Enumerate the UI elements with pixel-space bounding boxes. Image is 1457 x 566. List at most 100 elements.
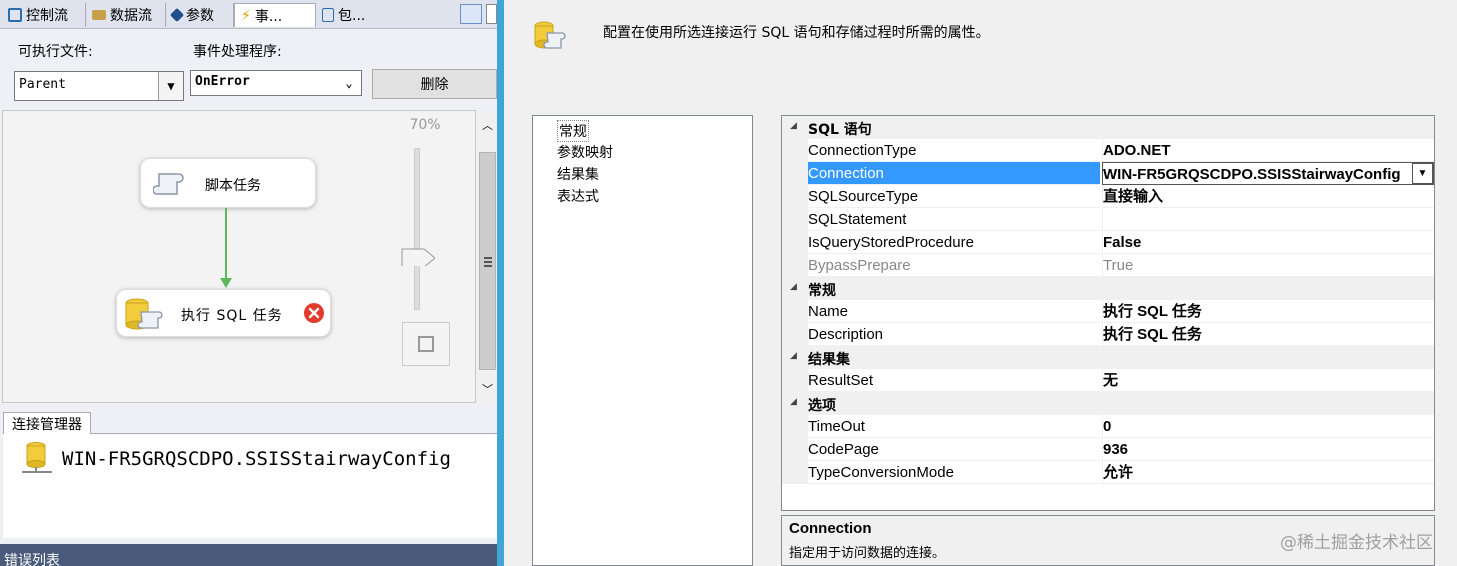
category-name: 常规 (808, 283, 836, 299)
property-value[interactable]: 0 (1102, 415, 1434, 438)
scroll-down-icon[interactable]: ﹀ (479, 380, 496, 398)
property-row-isquerystoredprocedure[interactable]: IsQueryStoredProcedure False (782, 231, 1434, 254)
category-name: 选项 (808, 398, 836, 414)
toolbar-toggle-button[interactable] (460, 4, 482, 24)
connection-value-combo[interactable]: WIN-FR5GRQSCDPO.SSISStairwayConfig ▼ (1102, 162, 1434, 185)
row-gutter (782, 369, 808, 392)
executable-value: Parent (19, 77, 66, 92)
tab-data-flow[interactable]: 数据流 (86, 3, 166, 27)
property-row-description[interactable]: Description 执行 SQL 任务 (782, 323, 1434, 346)
property-row-resultset[interactable]: ResultSet 无 (782, 369, 1434, 392)
executable-combo[interactable]: Parent ▼ (14, 71, 184, 101)
nav-item-result-set[interactable]: 结果集 (557, 164, 599, 184)
row-gutter (782, 139, 808, 162)
property-value[interactable]: 无 (1102, 369, 1434, 392)
row-gutter (782, 162, 808, 185)
property-row-name[interactable]: Name 执行 SQL 任务 (782, 300, 1434, 323)
property-name: SQLSourceType (808, 185, 1100, 208)
task-label: 脚本任务 (205, 178, 261, 194)
property-row-sqlstatement[interactable]: SQLStatement (782, 208, 1434, 231)
property-row-typeconversionmode[interactable]: TypeConversionMode 允许 (782, 461, 1434, 484)
property-name: ConnectionType (808, 139, 1100, 162)
property-row-bypassprepare: BypassPrepare True (782, 254, 1434, 277)
property-name: TimeOut (808, 415, 1100, 438)
database-connection-icon (22, 442, 52, 473)
property-name: Description (808, 323, 1100, 346)
event-handler-combo[interactable]: OnError ⌄ (190, 70, 362, 96)
property-name: ResultSet (808, 369, 1100, 392)
property-row-connectiontype[interactable]: ConnectionType ADO.NET (782, 139, 1434, 162)
category-result-set[interactable]: ◢ 结果集 (782, 346, 1434, 369)
property-row-sqlsourcetype[interactable]: SQLSourceType 直接输入 (782, 185, 1434, 208)
collapse-triangle-icon[interactable]: ◢ (790, 351, 797, 361)
tab-connection-managers[interactable]: 连接管理器 (3, 412, 91, 434)
property-value[interactable] (1102, 208, 1434, 231)
toolbar-overflow-button[interactable] (486, 4, 497, 24)
property-value[interactable]: 执行 SQL 任务 (1102, 323, 1434, 346)
zoom-slider-track[interactable] (414, 148, 420, 310)
tab-parameters[interactable]: 参数 (166, 3, 234, 27)
error-list-tab[interactable]: 错误列表 (0, 544, 497, 566)
property-name: Connection (808, 162, 1100, 185)
category-sql-statement[interactable]: ◢ SQL 语句 (782, 116, 1434, 139)
connection-manager-item[interactable]: WIN-FR5GRQSCDPO.SSISStairwayConfig (62, 448, 451, 470)
event-handler-icon: ⚡ (241, 7, 251, 24)
category-name: SQL 语句 (808, 122, 872, 138)
execute-sql-task[interactable]: 执行 SQL 任务 (116, 289, 331, 337)
chevron-down-icon[interactable]: ⌄ (337, 71, 361, 95)
category-general[interactable]: ◢ 常规 (782, 277, 1434, 300)
property-value[interactable]: False (1102, 231, 1434, 254)
row-gutter (782, 254, 808, 277)
property-row-connection[interactable]: Connection WIN-FR5GRQSCDPO.SSISStairwayC… (782, 162, 1434, 185)
row-gutter (782, 323, 808, 346)
property-value[interactable]: ADO.NET (1102, 139, 1434, 162)
error-icon (304, 303, 324, 323)
property-row-codepage[interactable]: CodePage 936 (782, 438, 1434, 461)
property-name: IsQueryStoredProcedure (808, 231, 1100, 254)
row-gutter (782, 185, 808, 208)
execute-sql-task-icon (125, 298, 163, 330)
property-grid[interactable]: ◢ SQL 语句 ConnectionType ADO.NET Connecti… (781, 115, 1435, 511)
chevron-down-icon[interactable]: ▼ (1412, 163, 1433, 184)
property-name: TypeConversionMode (808, 461, 1100, 484)
event-handler-value: OnError (195, 74, 250, 89)
zoom-slider-thumb[interactable] (401, 248, 435, 266)
precedence-constraint[interactable] (218, 208, 234, 290)
property-value[interactable]: 执行 SQL 任务 (1102, 300, 1434, 323)
property-value[interactable]: 允许 (1102, 461, 1434, 484)
collapse-triangle-icon[interactable]: ◢ (790, 397, 797, 407)
property-value: WIN-FR5GRQSCDPO.SSISStairwayConfig (1103, 166, 1401, 183)
collapse-triangle-icon[interactable]: ◢ (790, 121, 797, 131)
fit-to-window-icon (418, 336, 434, 352)
nav-item-parameter-mapping[interactable]: 参数映射 (557, 142, 613, 162)
tab-package-explorer[interactable]: 包... (316, 3, 396, 27)
dialog-header-description: 配置在使用所选连接运行 SQL 语句和存储过程时所需的属性。 (603, 25, 990, 41)
property-row-timeout[interactable]: TimeOut 0 (782, 415, 1434, 438)
nav-item-expressions[interactable]: 表达式 (557, 186, 599, 206)
scrollbar-thumb[interactable] (479, 152, 496, 370)
property-value[interactable]: 直接输入 (1102, 185, 1434, 208)
control-flow-icon (8, 8, 22, 22)
property-value[interactable]: 936 (1102, 438, 1434, 461)
property-name: SQLStatement (808, 208, 1100, 231)
nav-item-general[interactable]: 常规 (557, 120, 589, 142)
package-explorer-icon (322, 8, 334, 22)
tab-event-handlers[interactable]: ⚡ 事... (234, 3, 316, 27)
tab-label: 参数 (186, 8, 214, 24)
description-title: Connection (789, 520, 872, 537)
package-designer: 控制流 数据流 参数 ⚡ 事... 包... 可执行文件: 事件处理程序: Pa… (0, 0, 497, 566)
editor-page-list[interactable]: 常规 参数映射 结果集 表达式 (532, 115, 753, 566)
tab-label: 控制流 (26, 8, 68, 24)
chevron-down-icon[interactable]: ▼ (158, 72, 183, 100)
window-splitter[interactable] (497, 0, 504, 566)
tab-control-flow[interactable]: 控制流 (2, 3, 86, 27)
scroll-up-icon[interactable]: ︿ (479, 116, 496, 134)
collapse-triangle-icon[interactable]: ◢ (790, 282, 797, 292)
delete-button[interactable]: 删除 (372, 69, 497, 99)
row-gutter (782, 231, 808, 254)
category-options[interactable]: ◢ 选项 (782, 392, 1434, 415)
property-name: Name (808, 300, 1100, 323)
zoom-to-fit-button[interactable] (402, 322, 450, 366)
description-text: 指定用于访问数据的连接。 (789, 546, 946, 561)
script-task[interactable]: 脚本任务 (140, 158, 316, 208)
